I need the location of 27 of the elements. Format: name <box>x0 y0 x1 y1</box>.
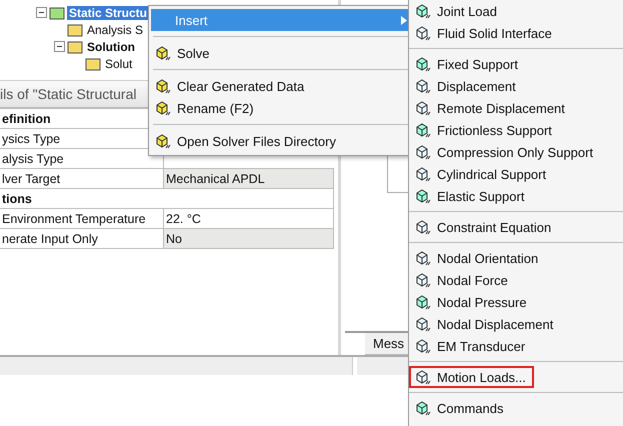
menu-item[interactable]: Commands <box>409 397 512 419</box>
menu-item[interactable]: Solve <box>151 42 411 64</box>
property-name: lver Target <box>0 169 164 189</box>
menu-item[interactable]: Joint Load <box>409 0 505 22</box>
tree-item[interactable]: Static Structu <box>67 6 150 20</box>
tree-item[interactable]: Analysis S <box>85 22 146 36</box>
menu-item[interactable]: Nodal Orientation <box>409 247 546 269</box>
menu-item[interactable]: Remote Displacement <box>409 97 573 119</box>
menu-item[interactable]: Elastic Support <box>409 185 532 207</box>
menu-item[interactable]: Nodal Pressure <box>409 291 535 313</box>
menu-item[interactable]: Fixed Support <box>409 53 526 75</box>
property-value: No <box>164 229 334 249</box>
property-name: nerate Input Only <box>0 229 164 249</box>
menu-item[interactable]: Fluid Solid Interface <box>409 22 560 44</box>
menu-item[interactable]: Compression Only Support <box>409 141 602 163</box>
menu-item[interactable]: Cylindrical Support <box>409 163 554 185</box>
tree-item[interactable]: Solution <box>85 40 137 54</box>
menu-item[interactable]: Motion Loads... <box>409 366 534 388</box>
menu-item[interactable]: Nodal Force <box>409 269 516 291</box>
property-value: Mechanical APDL <box>164 169 334 189</box>
property-name: Environment Temperature <box>0 209 164 229</box>
menu-item[interactable]: Displacement <box>409 75 524 97</box>
menu-item[interactable]: Constraint Equation <box>409 216 560 238</box>
menu-item[interactable]: Frictionless Support <box>409 119 560 141</box>
tree-item[interactable]: Solut <box>103 56 134 70</box>
menu-item[interactable]: Nodal Displacement <box>409 313 562 335</box>
section-header: tions <box>0 189 334 209</box>
